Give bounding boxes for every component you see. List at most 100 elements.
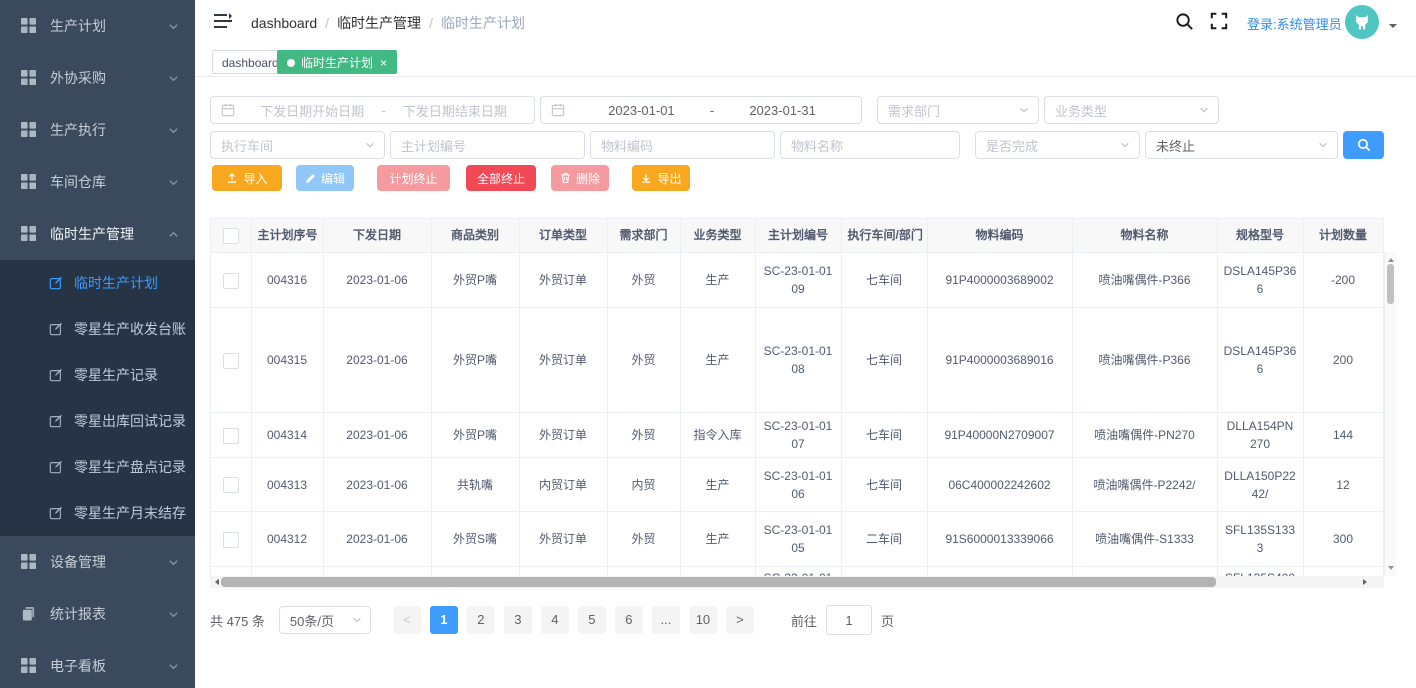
table-row[interactable]: 0043132023-01-06共轨嘴内贸订单内贸生产SC-23-01-0106… (211, 458, 1383, 512)
topbar: dashboard/临时生产管理/临时生产计划 登录:系统管理员 (195, 0, 1416, 45)
column-header: 下发日期 (323, 219, 431, 252)
prev-page-button[interactable]: < (393, 606, 421, 634)
page-button-4[interactable]: 4 (541, 606, 569, 634)
vertical-scrollbar[interactable] (1384, 252, 1396, 576)
close-icon[interactable]: × (380, 56, 387, 70)
hamburger-icon[interactable] (214, 13, 232, 29)
cell-demand_dept (607, 567, 680, 577)
login-user-label[interactable]: 登录:系统管理员 (1247, 14, 1342, 33)
select-all-checkbox[interactable] (223, 228, 239, 244)
page-button-1[interactable]: 1 (430, 606, 458, 634)
material-name-input[interactable]: 物料名称 (780, 131, 960, 159)
sidebar-item-4[interactable]: 临时生产管理 (0, 208, 195, 260)
sidebar-item-3[interactable]: 车间仓库 (0, 156, 195, 208)
table-row-partial[interactable]: SC-23-01-01SFL135S400 (211, 567, 1383, 577)
cell-category: 外贸S嘴 (431, 512, 519, 567)
submenu-item-0[interactable]: 临时生产计划 (0, 260, 195, 306)
terminate-all-button[interactable]: 全部终止 (466, 165, 536, 191)
cell-plan_no: SC-23-01-01 (755, 567, 841, 577)
plan-no-input[interactable]: 主计划编号 (390, 131, 585, 159)
submenu-item-4[interactable]: 零星生产盘点记录 (0, 444, 195, 490)
row-checkbox[interactable] (223, 428, 239, 444)
caret-down-icon[interactable] (1389, 24, 1397, 32)
breadcrumb-item-1[interactable]: 临时生产管理 (337, 15, 421, 31)
page-button-2[interactable]: 2 (467, 606, 495, 634)
table-row[interactable]: 0043152023-01-06外贸P嘴外贸订单外贸生产SC-23-01-010… (211, 308, 1383, 413)
vertical-scroll-thumb[interactable] (1387, 264, 1394, 304)
search-button[interactable] (1343, 131, 1384, 159)
import-button[interactable]: 导入 (212, 165, 282, 191)
tab-1[interactable]: 临时生产计划× (277, 50, 397, 74)
page-button-3[interactable]: 3 (504, 606, 532, 634)
chevron-down-icon (168, 661, 179, 672)
demand-dept-select[interactable]: 需求部门 (877, 96, 1039, 124)
next-page-button[interactable]: > (726, 606, 754, 634)
page-button-10[interactable]: 10 (689, 606, 717, 634)
cell-plan_no: SC-23-01-0107 (755, 413, 841, 458)
material-code-input[interactable]: 物料编码 (590, 131, 775, 159)
app: 生产计划外协采购生产执行车间仓库临时生产管理临时生产计划零星生产收发台账零星生产… (0, 0, 1416, 688)
header-checkbox-cell (211, 219, 251, 252)
chevron-down-icon (1120, 140, 1130, 150)
submenu-item-label: 零星生产盘点记录 (74, 457, 186, 477)
business-type-select[interactable]: 业务类型 (1044, 96, 1219, 124)
cell-qty (1303, 567, 1383, 577)
cell-issue_date: 2023-01-06 (323, 308, 431, 413)
is-complete-select[interactable]: 是否完成 (975, 131, 1140, 159)
breadcrumb: dashboard/临时生产管理/临时生产计划 (251, 13, 525, 33)
sidebar-item-5[interactable]: 设备管理 (0, 536, 195, 588)
terminate-state-select[interactable]: 未终止 (1145, 131, 1338, 159)
scroll-left-icon[interactable] (212, 579, 219, 585)
scroll-down-icon[interactable] (1388, 566, 1394, 573)
export-button[interactable]: 导出 (632, 165, 690, 191)
page-button-5[interactable]: 5 (578, 606, 606, 634)
edit-label: 编辑 (321, 170, 345, 187)
scroll-up-icon[interactable] (1388, 255, 1394, 262)
export-label: 导出 (657, 170, 681, 187)
delete-button[interactable]: 删除 (551, 165, 609, 191)
fullscreen-icon[interactable] (1210, 12, 1230, 32)
table-row[interactable]: 0043142023-01-06外贸P嘴外贸订单外贸指令入库SC-23-01-0… (211, 413, 1383, 458)
page-size-select[interactable]: 50条/页 (279, 606, 371, 634)
goto-page-input[interactable] (826, 605, 872, 635)
sidebar-item-7[interactable]: 电子看板 (0, 640, 195, 688)
submenu-item-1[interactable]: 零星生产收发台账 (0, 306, 195, 352)
sidebar-item-label: 车间仓库 (50, 172, 106, 192)
submenu-item-2[interactable]: 零星生产记录 (0, 352, 195, 398)
row-checkbox[interactable] (223, 532, 239, 548)
sidebar-item-6[interactable]: 统计报表 (0, 588, 195, 640)
submenu-item-5[interactable]: 零星生产月末结存 (0, 490, 195, 536)
submenu-item-3[interactable]: 零星出库回试记录 (0, 398, 195, 444)
date-range-picker[interactable]: 2023-01-01 - 2023-01-31 (540, 96, 862, 124)
search-icon[interactable] (1175, 12, 1195, 32)
workshop-select[interactable]: 执行车间 (210, 131, 385, 159)
import-label: 导入 (243, 170, 267, 187)
horizontal-scroll-thumb[interactable] (221, 577, 1216, 587)
cell-material_name: 喷油嘴偶件-S1333 (1072, 512, 1217, 567)
page-button-6[interactable]: 6 (615, 606, 643, 634)
sidebar-item-2[interactable]: 生产执行 (0, 104, 195, 156)
plan-terminate-button[interactable]: 计划终止 (377, 165, 450, 191)
goto-prefix-label: 前往 (791, 611, 817, 630)
breadcrumb-item-0[interactable]: dashboard (251, 15, 317, 31)
submenu-item-label: 零星生产收发台账 (74, 319, 186, 339)
page-ellipsis-button[interactable]: ... (652, 606, 680, 634)
cell-workshop: 七车间 (841, 413, 927, 458)
calendar-icon (551, 103, 565, 117)
row-checkbox[interactable] (223, 353, 239, 369)
sidebar-item-0[interactable]: 生产计划 (0, 0, 195, 52)
cell-business_type: 生产 (680, 308, 755, 413)
table-row[interactable]: 0043122023-01-06外贸S嘴外贸订单外贸生产SC-23-01-010… (211, 512, 1383, 567)
horizontal-scrollbar[interactable] (210, 576, 1384, 588)
sidebar-item-label: 电子看板 (50, 656, 106, 676)
row-checkbox[interactable] (223, 273, 239, 289)
cell-seq: 004312 (251, 512, 323, 567)
scroll-right-icon[interactable] (1363, 579, 1370, 585)
sidebar-item-1[interactable]: 外协采购 (0, 52, 195, 104)
table-row[interactable]: 0043162023-01-06外贸P嘴外贸订单外贸生产SC-23-01-010… (211, 253, 1383, 308)
issue-date-range-picker[interactable]: 下发日期开始日期 - 下发日期结束日期 (210, 96, 535, 124)
row-checkbox[interactable] (223, 477, 239, 493)
edit-button[interactable]: 编辑 (296, 165, 354, 191)
avatar[interactable] (1345, 5, 1379, 39)
cell-material_name: 喷油嘴偶件-PN270 (1072, 413, 1217, 458)
